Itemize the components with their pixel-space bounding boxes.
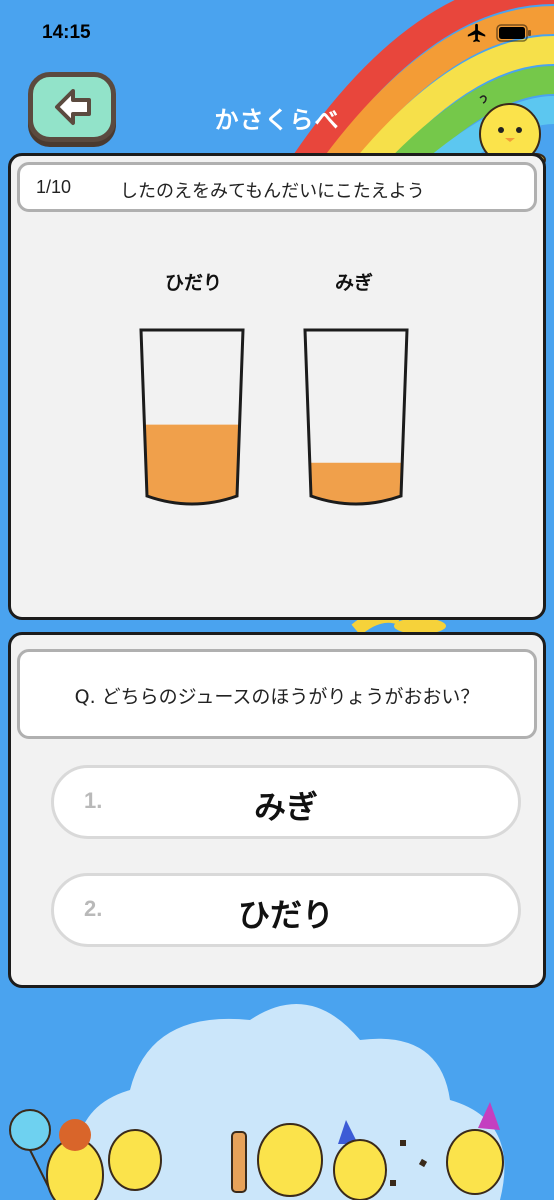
right-glass <box>303 328 409 506</box>
party-chicks-illustration <box>9 1004 505 1200</box>
answer-button-1[interactable]: 1. みぎ <box>51 765 521 839</box>
question-prompt: Q. どちらのジュースのほうがりょうがおおい？ <box>74 686 480 708</box>
question-panel: 1/10 したのえをみてもんだいにこたえよう ひだり みぎ <box>8 153 546 620</box>
airplane-icon <box>467 23 486 43</box>
answer-button-2[interactable]: 2. ひだり <box>51 873 521 947</box>
answer-panel: Q. どちらのジュースのほうがりょうがおおい？ 1. みぎ 2. ひだり <box>8 632 546 988</box>
status-bar: 14:15 <box>0 0 554 60</box>
status-time: 14:15 <box>42 22 91 43</box>
answer-label: みぎ <box>253 788 318 826</box>
left-juice <box>144 424 240 504</box>
glasses-illustration <box>139 328 409 506</box>
left-glass <box>139 328 245 506</box>
answer-label: ひだり <box>237 896 334 934</box>
right-juice <box>310 462 402 504</box>
question-prompt-box: Q. どちらのジュースのほうがりょうがおおい？ <box>17 649 537 739</box>
battery-icon <box>496 24 531 42</box>
